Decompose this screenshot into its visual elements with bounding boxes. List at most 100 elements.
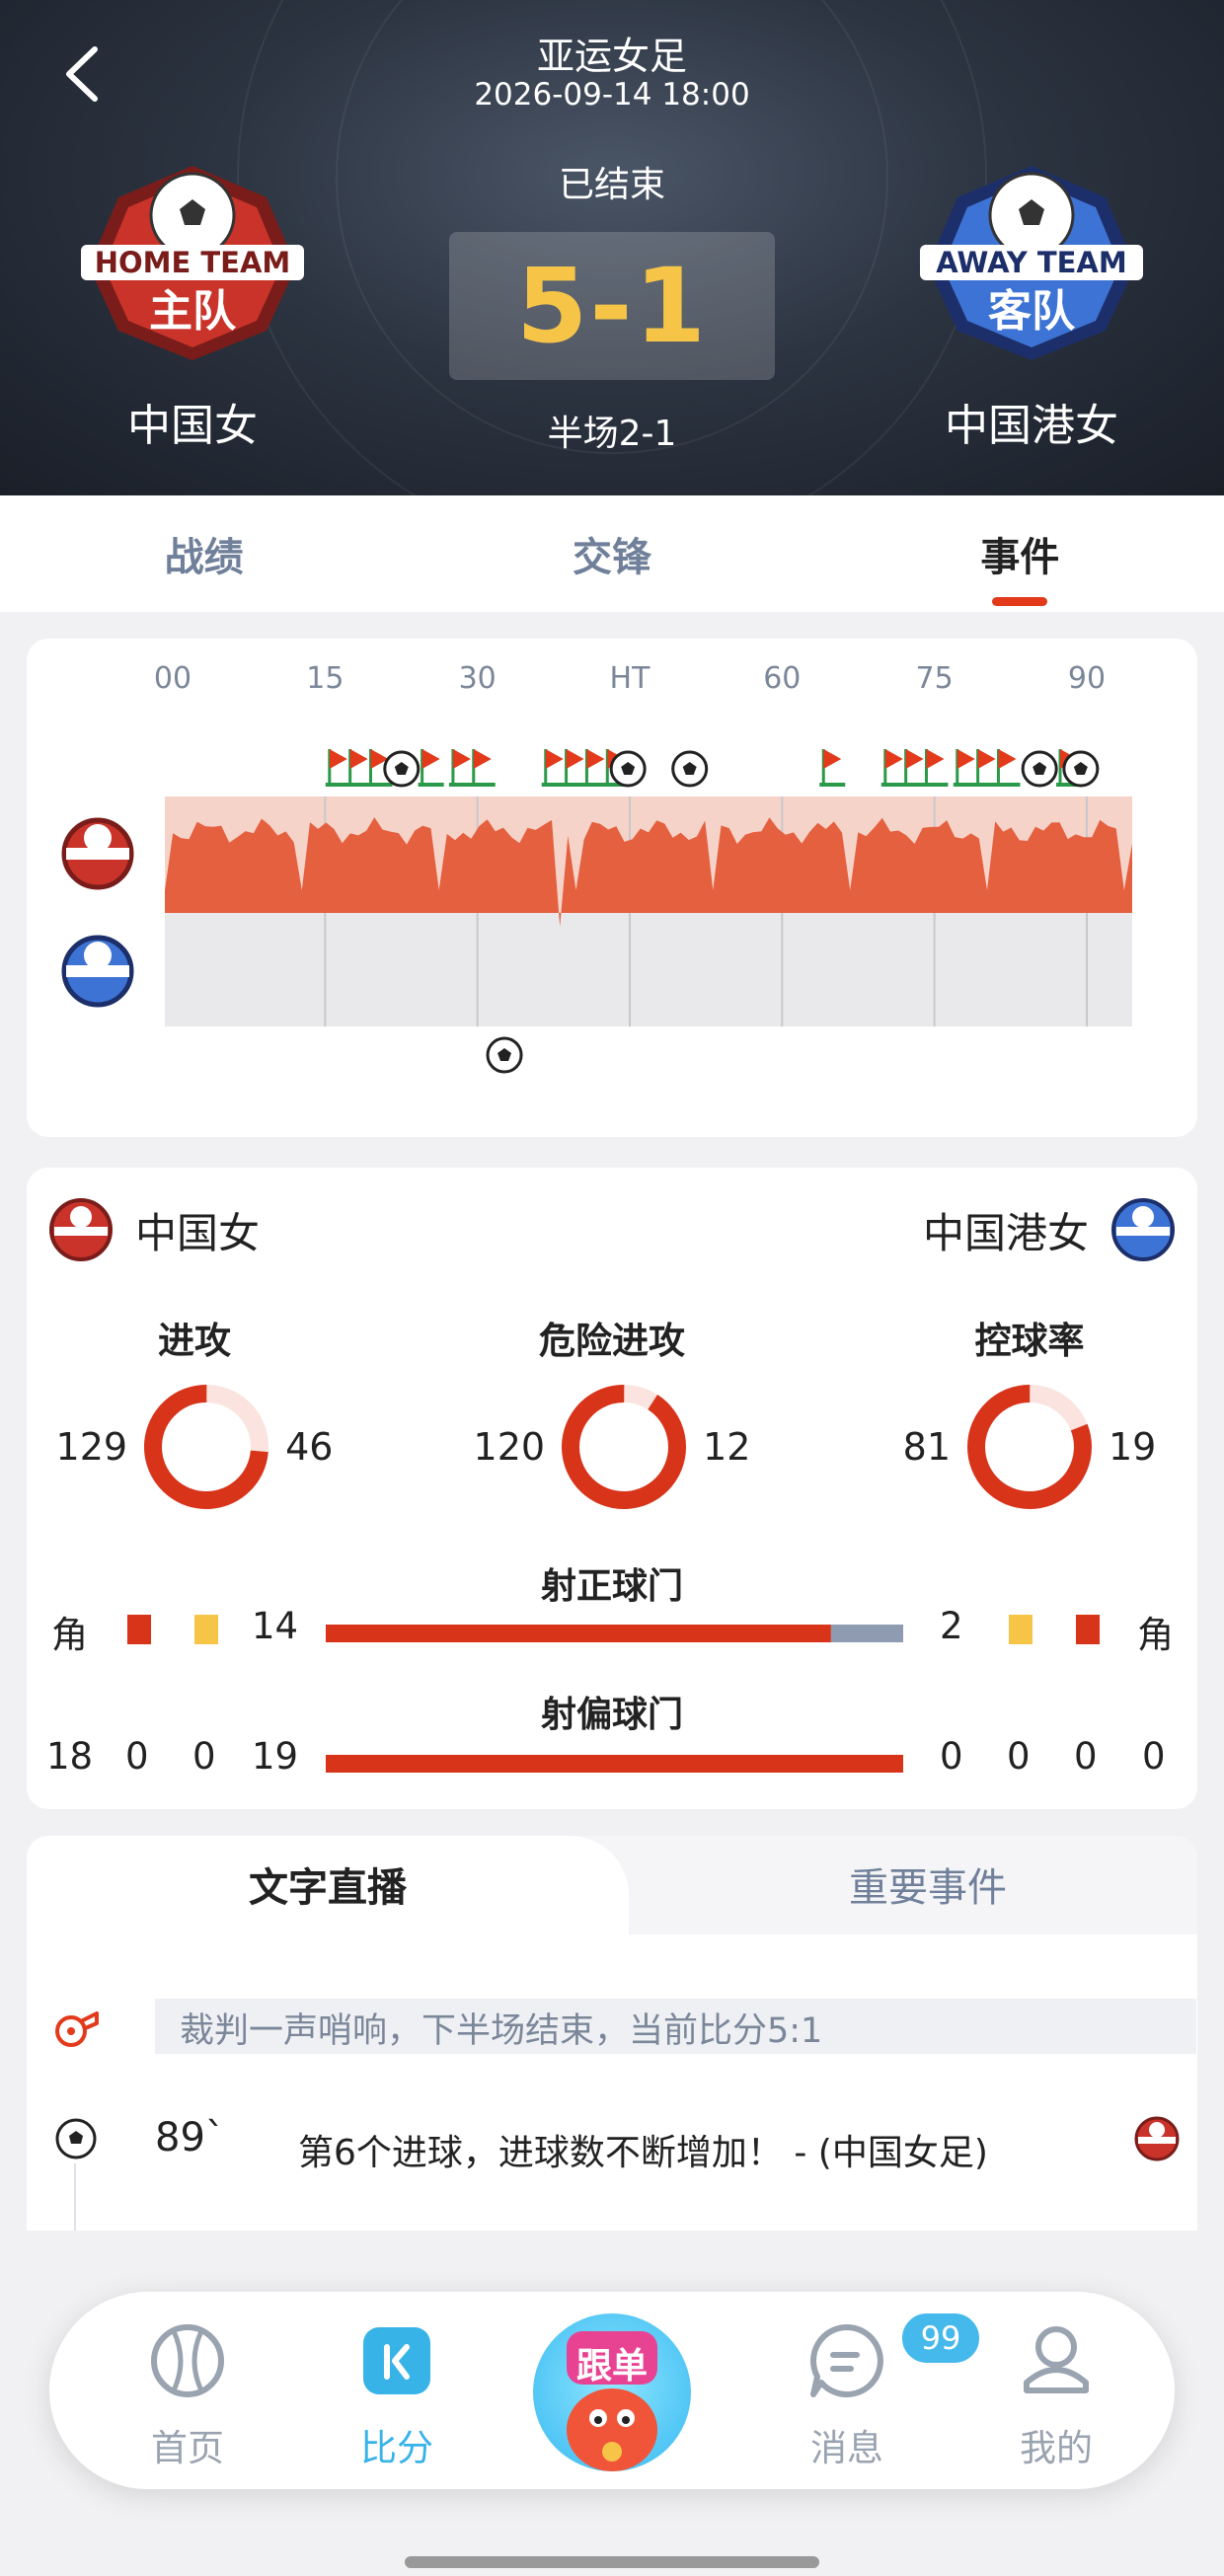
goal-ball-icon — [1021, 750, 1058, 788]
nav-home[interactable]: 首页 — [114, 2321, 262, 2471]
on-target-bar — [326, 1625, 903, 1642]
nav-follow-button[interactable]: 跟单 — [533, 2313, 691, 2471]
corner-flag-icon — [469, 749, 496, 787]
momentum-timeline-card: 00 15 30 HT 60 75 90 — [27, 639, 1197, 1137]
timeline-tick-label: 90 — [1068, 661, 1106, 696]
timeline-tick-label: 60 — [763, 661, 801, 696]
tab-record[interactable]: 战绩 — [0, 495, 408, 612]
tab-head-to-head[interactable]: 交锋 — [408, 495, 815, 612]
corner-flag-icon — [994, 749, 1021, 787]
away-corner-label: 角 — [1137, 1614, 1174, 1656]
on-target-title: 射正球门 — [540, 1566, 683, 1607]
user-icon — [1024, 2326, 1089, 2393]
league-name: 亚运女足 — [536, 35, 687, 78]
home-team-logo[interactable]: HOME TEAM 主队 — [69, 158, 316, 365]
corner-flag-icon — [819, 749, 846, 787]
event-team-icon — [1134, 2116, 1180, 2161]
home-mini-logo — [61, 817, 134, 890]
corner-flag-icon — [922, 749, 949, 787]
stat-possession: 控球率 81 19 — [881, 1311, 1178, 1516]
stat-attack-title: 进攻 — [158, 1320, 231, 1362]
bar-home-share — [326, 1625, 831, 1642]
home-indicator — [405, 2556, 819, 2568]
timeline-tick-label: 00 — [154, 661, 191, 696]
nav-mine[interactable]: 我的 — [982, 2321, 1130, 2471]
danger-donut — [562, 1385, 687, 1509]
off-target-away: 0 — [940, 1735, 963, 1778]
timeline-tick-label: 15 — [306, 661, 344, 696]
on-target-away: 2 — [940, 1605, 963, 1647]
live-commentary-card: 文字直播 重要事件 裁判一声哨响，下半场结束，当前比分5:1 89` 第6个进球… — [27, 1836, 1197, 2231]
possession-donut — [967, 1385, 1092, 1509]
stat-danger-attack: 危险进攻 120 12 — [464, 1311, 760, 1516]
match-tabs: 战绩 交锋 事件 — [0, 495, 1224, 612]
stats-card: 中国女 中国港女 进攻 129 46 危险进攻 120 12 控球率 81 19… — [27, 1168, 1197, 1809]
home-red-count: 0 — [125, 1735, 149, 1778]
stats-away-team: 中国港女 — [923, 1195, 1178, 1264]
tab-events[interactable]: 事件 — [816, 495, 1224, 612]
whistle-icon — [55, 2011, 99, 2047]
nav-messages-label: 消息 — [810, 2427, 883, 2469]
corner-flag-icon — [541, 749, 568, 787]
home-logo-main: 主队 — [149, 286, 237, 337]
bar-away-share — [830, 1625, 903, 1642]
nav-score-label: 比分 — [360, 2427, 433, 2469]
timeline-tick-label: 30 — [459, 661, 497, 696]
live-tabs: 文字直播 重要事件 — [27, 1836, 1197, 1934]
live-feed: 裁判一声哨响，下半场结束，当前比分5:1 89` 第6个进球，进球数不断增加！ … — [27, 1934, 1197, 2231]
message-icon — [810, 2324, 883, 2397]
momentum-chart: 00 15 30 HT 60 75 90 — [61, 661, 1132, 1074]
home-corner-label: 角 — [51, 1614, 88, 1656]
stats-away-name: 中国港女 — [922, 1208, 1089, 1257]
on-target-home: 14 — [252, 1605, 299, 1647]
home-yellow-count: 0 — [192, 1735, 216, 1778]
away-logo-top: AWAY TEAM — [936, 246, 1126, 279]
attack-donut — [144, 1385, 269, 1509]
match-datetime: 2026-09-14 18:00 — [474, 77, 750, 113]
stat-attack-home: 129 — [55, 1425, 128, 1469]
nav-center-label: 跟单 — [575, 2346, 648, 2387]
home-team-name[interactable]: 中国女 — [44, 390, 341, 453]
nav-home-label: 首页 — [151, 2427, 224, 2469]
away-red-card-icon — [1076, 1615, 1100, 1644]
stat-possession-title: 控球率 — [974, 1320, 1085, 1362]
timeline-tick-label: 75 — [916, 661, 954, 696]
match-header: 亚运女足 2026-09-14 18:00 已结束 5-1 半场2-1 HOME… — [0, 0, 1224, 495]
corner-flag-icon — [582, 749, 609, 787]
stat-possession-away: 19 — [1109, 1425, 1157, 1469]
corner-flag-icon — [418, 749, 444, 787]
off-target-bar — [326, 1755, 903, 1773]
timeline-tick-label: HT — [610, 661, 651, 696]
corner-flag-icon — [901, 749, 928, 787]
timeline-connector — [74, 2163, 76, 2231]
away-mini-logo — [61, 935, 134, 1008]
away-team-name[interactable]: 中国港女 — [883, 390, 1180, 453]
away-team-logo[interactable]: AWAY TEAM 客队 — [908, 158, 1155, 365]
away-corners: 0 — [1142, 1735, 1166, 1778]
goal-ball-icon — [486, 1036, 523, 1074]
donut-home-share — [562, 1385, 687, 1509]
home-team-icon — [49, 1198, 113, 1261]
tab-key-events[interactable]: 重要事件 — [658, 1856, 1197, 1913]
tab-text-live[interactable]: 文字直播 — [27, 1836, 629, 1934]
stat-possession-home: 81 — [902, 1425, 951, 1469]
home-corners: 18 — [46, 1735, 94, 1778]
nav-mine-label: 我的 — [1020, 2427, 1093, 2469]
bottom-nav: 首页 比分 跟单 消息 99 我的 — [49, 2292, 1175, 2489]
bar-home-share — [326, 1755, 903, 1773]
corner-flag-icon — [345, 749, 372, 787]
final-score: 5-1 — [449, 232, 775, 380]
stat-attack: 进攻 129 46 — [46, 1311, 343, 1516]
corner-flag-icon — [448, 749, 475, 787]
goal-ball-icon — [609, 750, 647, 788]
away-momentum-bg — [165, 913, 1132, 1026]
away-yellow-count: 0 — [1007, 1735, 1031, 1778]
nav-score[interactable]: 比分 — [323, 2321, 471, 2471]
away-logo-main: 客队 — [988, 286, 1076, 337]
home-logo-top: HOME TEAM — [95, 246, 291, 279]
stats-home-name: 中国女 — [135, 1208, 261, 1257]
unread-badge: 99 — [898, 2310, 983, 2367]
home-yellow-card-icon — [194, 1615, 218, 1644]
off-target-title: 射偏球门 — [540, 1695, 683, 1735]
corner-flag-icon — [953, 749, 979, 787]
